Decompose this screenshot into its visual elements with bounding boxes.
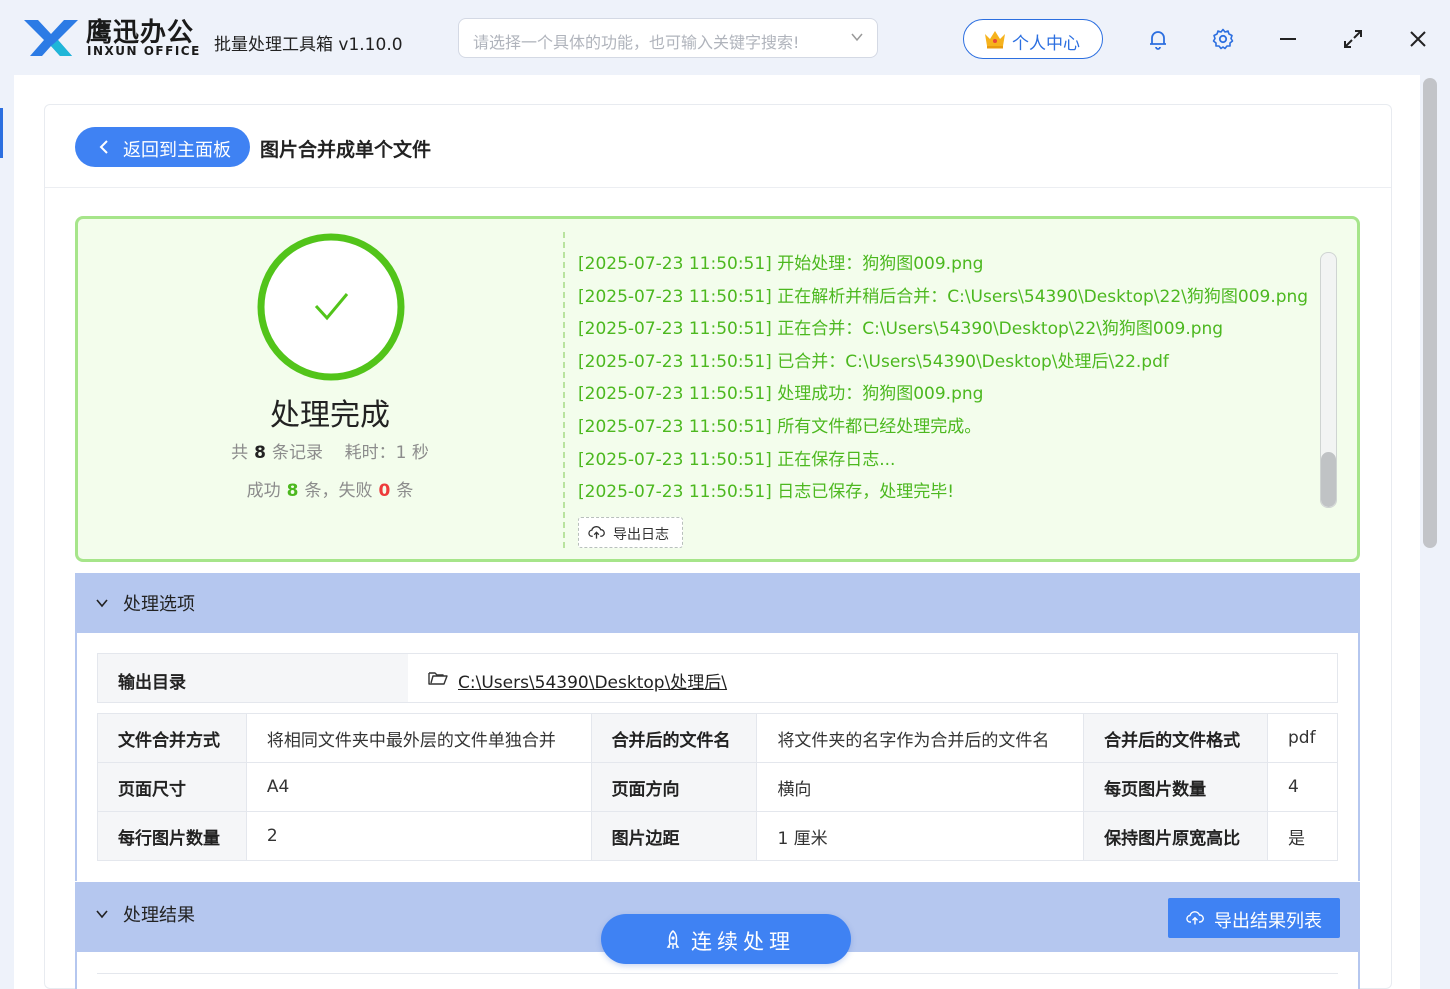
back-button-label: 返回到主面板 xyxy=(123,140,231,161)
success-count: 8 xyxy=(286,481,299,501)
log-line: [2025-07-23 11:50:51] 正在解析并稍后合并：C:\Users… xyxy=(578,286,1309,307)
log-line: [2025-07-23 11:50:51] 处理成功：狗狗图009.png xyxy=(578,384,984,405)
page-title: 图片合并成单个文件 xyxy=(260,139,432,161)
export-results-button[interactable]: 导出结果列表 xyxy=(1168,898,1340,938)
option-value: 将文件夹的名字作为合并后的文件名 xyxy=(756,713,1085,763)
cloud-upload-icon xyxy=(1186,911,1204,925)
success-check-icon xyxy=(257,233,405,381)
chevron-left-icon xyxy=(99,140,108,154)
option-value: 4 xyxy=(1266,762,1339,812)
option-key: 保持图片原宽高比 xyxy=(1083,811,1268,861)
result-stats: 成功 8 条，失败 0 条 xyxy=(180,476,480,501)
chevron-down-icon xyxy=(96,910,108,919)
folder-open-icon xyxy=(428,672,448,685)
option-value: pdf xyxy=(1266,713,1339,763)
gear-icon[interactable] xyxy=(1211,27,1235,51)
bell-icon[interactable] xyxy=(1146,27,1170,51)
completion-status: 处理完成 xyxy=(270,398,390,433)
export-results-label: 导出结果列表 xyxy=(1214,911,1322,932)
total-count: 8 xyxy=(254,443,266,463)
crown-icon xyxy=(985,31,1005,49)
card-divider xyxy=(563,232,565,548)
option-value: 是 xyxy=(1266,811,1339,861)
cloud-upload-icon xyxy=(588,526,605,539)
total-prefix: 共 xyxy=(231,443,249,463)
option-value: 2 xyxy=(245,811,592,861)
option-value: 将相同文件夹中最外层的文件单独合并 xyxy=(245,713,592,763)
log-list: [2025-07-23 11:50:51] 开始处理：狗狗图009.png [2… xyxy=(578,249,1308,510)
log-scrollbar-thumb[interactable] xyxy=(1321,452,1336,507)
results-section-label: 处理结果 xyxy=(123,905,195,926)
brand-name-en: INXUN OFFICE xyxy=(87,44,201,58)
option-key: 合并后的文件名 xyxy=(590,713,758,763)
back-to-dashboard-button[interactable]: 返回到主面板 xyxy=(75,127,250,167)
option-value: A4 xyxy=(245,762,592,812)
chevron-down-icon xyxy=(96,599,108,608)
header-divider xyxy=(45,187,1391,188)
search-placeholder: 请选择一个具体的功能，也可输入关键字搜索! xyxy=(473,33,800,52)
function-search-select[interactable]: 请选择一个具体的功能，也可输入关键字搜索! xyxy=(458,18,878,58)
success-suffix: 条，失败 xyxy=(304,481,373,501)
record-stats: 共 8 条记录 耗时：1 秒 xyxy=(180,438,480,463)
maximize-icon[interactable] xyxy=(1341,27,1365,51)
option-key: 页面尺寸 xyxy=(97,762,247,812)
options-table: 文件合并方式 将相同文件夹中最外层的文件单独合并 合并后的文件名 将文件夹的名字… xyxy=(97,713,1339,861)
success-prefix: 成功 xyxy=(246,481,281,501)
results-table-edge xyxy=(97,973,1338,974)
log-line: [2025-07-23 11:50:51] 已合并：C:\Users\54390… xyxy=(578,351,1169,372)
export-log-label: 导出日志 xyxy=(613,527,669,543)
options-section-label: 处理选项 xyxy=(123,594,195,615)
option-key: 图片边距 xyxy=(590,811,758,861)
title-bar: 鹰迅办公 INXUN OFFICE 批量处理工具箱 v1.10.0 请选择一个具… xyxy=(0,0,1450,76)
option-value: 1 厘米 xyxy=(756,811,1085,861)
option-key: 文件合并方式 xyxy=(97,713,247,763)
output-dir-label: 输出目录 xyxy=(98,654,408,702)
log-line: [2025-07-23 11:50:51] 日志已保存，处理完毕! xyxy=(578,482,955,503)
option-key: 合并后的文件格式 xyxy=(1083,713,1268,763)
log-line: [2025-07-23 11:50:51] 正在保存日志... xyxy=(578,449,896,470)
output-dir-row: 输出目录 C:\Users\54390\Desktop\处理后\ xyxy=(97,653,1338,703)
log-line: [2025-07-23 11:50:51] 正在合并：C:\Users\5439… xyxy=(578,319,1224,340)
option-value: 横向 xyxy=(756,762,1085,812)
rocket-icon xyxy=(666,930,680,949)
minimize-icon[interactable] xyxy=(1276,27,1300,51)
chevron-down-icon xyxy=(851,33,863,42)
output-dir-link[interactable]: C:\Users\54390\Desktop\处理后\ xyxy=(458,668,727,693)
options-row: 每行图片数量 2 图片边距 1 厘米 保持图片原宽高比 是 xyxy=(97,811,1339,861)
user-center-button[interactable]: 个人中心 xyxy=(963,19,1103,59)
log-line: [2025-07-23 11:50:51] 所有文件都已经处理完成。 xyxy=(578,416,982,437)
app-title: 批量处理工具箱 v1.10.0 xyxy=(214,35,403,55)
user-center-label: 个人中心 xyxy=(1012,34,1080,54)
options-row: 页面尺寸 A4 页面方向 横向 每页图片数量 4 xyxy=(97,762,1339,812)
continue-processing-button[interactable]: 连续处理 xyxy=(601,914,851,964)
options-section-header[interactable]: 处理选项 xyxy=(75,573,1360,633)
page-scrollbar-thumb[interactable] xyxy=(1423,78,1437,548)
fail-suffix: 条 xyxy=(396,481,414,501)
elapsed-time: 耗时：1 秒 xyxy=(344,443,429,463)
close-icon[interactable] xyxy=(1406,27,1430,51)
option-key: 每行图片数量 xyxy=(97,811,247,861)
total-suffix: 条记录 xyxy=(271,443,323,463)
inxun-logo-icon xyxy=(24,20,78,56)
option-key: 页面方向 xyxy=(590,762,758,812)
fail-count: 0 xyxy=(378,481,391,501)
option-key: 每页图片数量 xyxy=(1083,762,1268,812)
export-log-button[interactable]: 导出日志 xyxy=(578,517,683,548)
log-line: [2025-07-23 11:50:51] 开始处理：狗狗图009.png xyxy=(578,254,984,274)
continue-processing-label: 连续处理 xyxy=(691,930,795,954)
left-edge-indicator xyxy=(0,108,3,158)
options-row: 文件合并方式 将相同文件夹中最外层的文件单独合并 合并后的文件名 将文件夹的名字… xyxy=(97,713,1339,763)
